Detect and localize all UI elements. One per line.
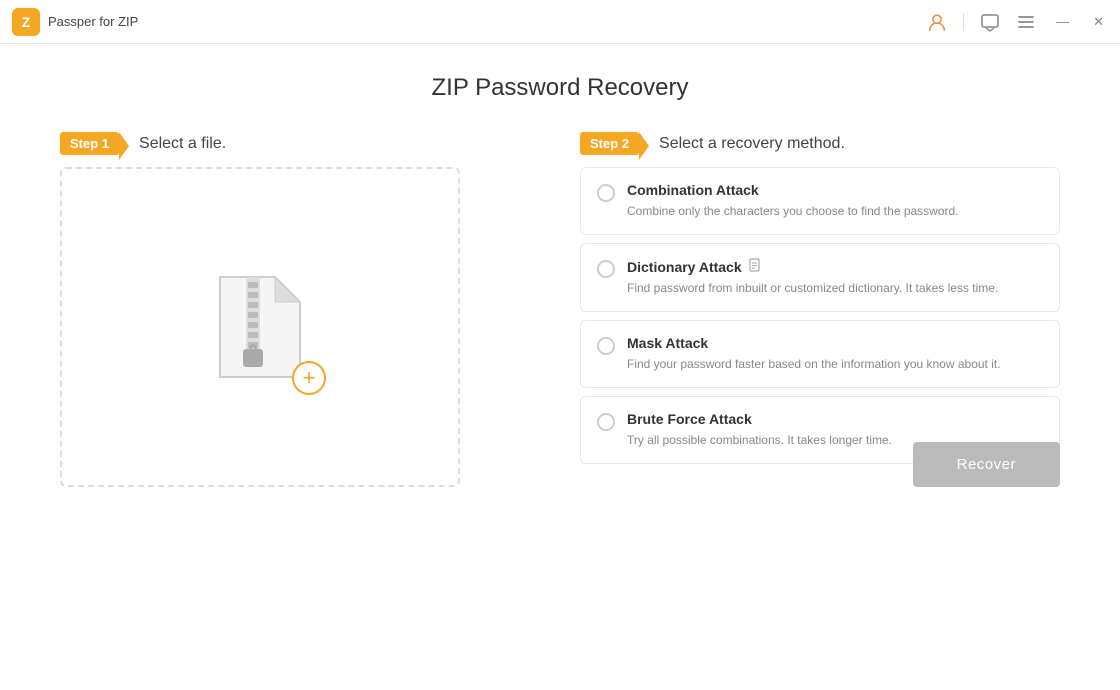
radio-bruteforce[interactable] bbox=[597, 413, 615, 431]
method-combination-title: Combination Attack bbox=[627, 182, 1043, 198]
menu-icon[interactable] bbox=[1016, 12, 1036, 32]
title-bar: Z Passper for ZIP — ✕ bbox=[0, 0, 1120, 44]
user-icon[interactable] bbox=[927, 12, 947, 32]
page-title: ZIP Password Recovery bbox=[60, 74, 1060, 102]
file-drop-area[interactable]: + bbox=[60, 167, 460, 487]
title-bar-right: — ✕ bbox=[927, 12, 1108, 32]
radio-combination[interactable] bbox=[597, 184, 615, 202]
radio-mask[interactable] bbox=[597, 337, 615, 355]
method-dictionary-title: Dictionary Attack bbox=[627, 258, 1043, 275]
divider bbox=[963, 13, 964, 31]
dictionary-info-icon bbox=[748, 258, 762, 275]
step2-label: Select a recovery method. bbox=[659, 135, 845, 153]
content-row: Step 1 Select a file. bbox=[60, 132, 1060, 487]
step2-badge: Step 2 bbox=[580, 132, 639, 155]
close-button[interactable]: ✕ bbox=[1089, 12, 1108, 32]
step2-section: Step 2 Select a recovery method. Combina… bbox=[580, 132, 1060, 472]
step1-label: Select a file. bbox=[139, 135, 226, 153]
method-dictionary[interactable]: Dictionary Attack Find password from inb… bbox=[580, 243, 1060, 312]
method-combination-info: Combination Attack Combine only the char… bbox=[627, 182, 1043, 220]
method-combination[interactable]: Combination Attack Combine only the char… bbox=[580, 167, 1060, 235]
method-mask[interactable]: Mask Attack Find your password faster ba… bbox=[580, 320, 1060, 388]
title-bar-left: Z Passper for ZIP bbox=[12, 8, 138, 36]
main-content: ZIP Password Recovery Step 1 Select a fi… bbox=[0, 44, 1120, 507]
footer: Recover bbox=[913, 442, 1060, 487]
step1-badge: Step 1 bbox=[60, 132, 119, 155]
method-bruteforce-title: Brute Force Attack bbox=[627, 411, 1043, 427]
app-title: Passper for ZIP bbox=[48, 14, 138, 29]
chat-icon[interactable] bbox=[980, 12, 1000, 32]
step2-header: Step 2 Select a recovery method. bbox=[580, 132, 1060, 155]
step1-section: Step 1 Select a file. bbox=[60, 132, 540, 487]
method-mask-title: Mask Attack bbox=[627, 335, 1043, 351]
recover-button[interactable]: Recover bbox=[913, 442, 1060, 487]
minimize-button[interactable]: — bbox=[1052, 12, 1073, 31]
step1-header: Step 1 Select a file. bbox=[60, 132, 540, 155]
app-icon: Z bbox=[12, 8, 40, 36]
radio-dictionary[interactable] bbox=[597, 260, 615, 278]
method-dictionary-info: Dictionary Attack Find password from inb… bbox=[627, 258, 1043, 297]
zip-icon-wrapper: + bbox=[210, 267, 310, 387]
add-file-button[interactable]: + bbox=[292, 361, 326, 395]
method-dictionary-desc: Find password from inbuilt or customized… bbox=[627, 279, 1043, 297]
method-mask-desc: Find your password faster based on the i… bbox=[627, 355, 1043, 373]
method-combination-desc: Combine only the characters you choose t… bbox=[627, 202, 1043, 220]
method-mask-info: Mask Attack Find your password faster ba… bbox=[627, 335, 1043, 373]
